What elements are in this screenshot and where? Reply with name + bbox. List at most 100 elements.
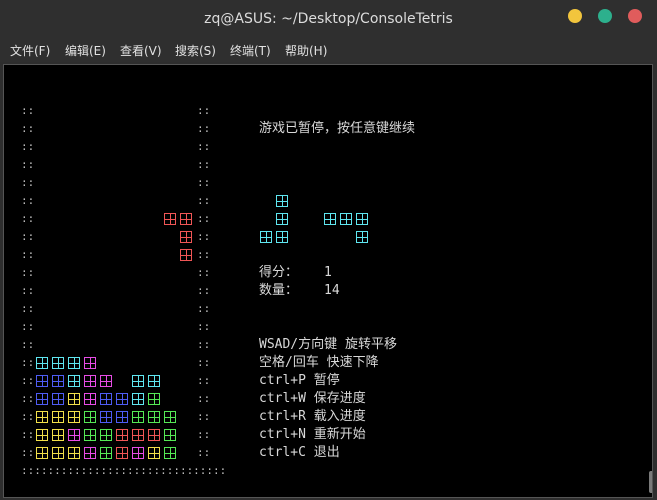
wall-right: :: xyxy=(197,284,211,297)
board-cell xyxy=(84,447,96,459)
wall-right: :: xyxy=(197,374,211,387)
board-cell xyxy=(116,393,128,405)
wall-left: :: xyxy=(21,356,35,369)
title-bar: zq@ASUS: ~/Desktop/ConsoleTetris xyxy=(0,0,657,38)
board-cell xyxy=(52,411,64,423)
wall-left: :: xyxy=(21,230,35,243)
wall-floor: ::::::::::::::::::::::::::::::: xyxy=(21,464,227,477)
menu-terminal[interactable]: 终端(T) xyxy=(230,42,271,59)
count-value: 14 xyxy=(324,283,340,298)
help-line: 空格/回车 快速下降 xyxy=(259,355,379,370)
wall-left: :: xyxy=(21,266,35,279)
wall-right: :: xyxy=(197,338,211,351)
window-title: zq@ASUS: ~/Desktop/ConsoleTetris xyxy=(204,11,453,27)
board-cell xyxy=(36,447,48,459)
board-cell xyxy=(68,375,80,387)
board-cell xyxy=(132,429,144,441)
wall-left: :: xyxy=(21,320,35,333)
wall-left: :: xyxy=(21,176,35,189)
board-cell xyxy=(68,357,80,369)
menu-bar: 文件(F) 编辑(E) 查看(V) 搜索(S) 终端(T) 帮助(H) xyxy=(0,38,657,62)
board-cell xyxy=(100,429,112,441)
wall-right: :: xyxy=(197,104,211,117)
help-line: ctrl+P 暂停 xyxy=(259,373,340,388)
wall-left: :: xyxy=(21,302,35,315)
board-cell xyxy=(116,411,128,423)
menu-edit[interactable]: 编辑(E) xyxy=(65,42,106,59)
help-line: ctrl+R 载入进度 xyxy=(259,409,366,424)
wall-left: :: xyxy=(21,104,35,117)
help-line: ctrl+C 退出 xyxy=(259,445,340,460)
score-value: 1 xyxy=(324,265,332,280)
board-cell xyxy=(148,375,160,387)
wall-right: :: xyxy=(197,392,211,405)
wall-left: :: xyxy=(21,410,35,423)
wall-right: :: xyxy=(197,194,211,207)
wall-left: :: xyxy=(21,194,35,207)
help-line: ctrl+W 保存进度 xyxy=(259,391,366,406)
board-cell xyxy=(52,375,64,387)
wall-left: :: xyxy=(21,338,35,351)
wall-left: :: xyxy=(21,140,35,153)
board-cell xyxy=(36,357,48,369)
wall-right: :: xyxy=(197,212,211,225)
wall-right: :: xyxy=(197,248,211,261)
board-cell xyxy=(100,393,112,405)
menu-help[interactable]: 帮助(H) xyxy=(285,42,327,59)
wall-right: :: xyxy=(197,140,211,153)
wall-left: :: xyxy=(21,284,35,297)
board-cell xyxy=(52,429,64,441)
board-cell xyxy=(164,429,176,441)
board-cell xyxy=(68,393,80,405)
board-cell xyxy=(132,447,144,459)
close-button[interactable] xyxy=(628,9,642,23)
next-piece-cell xyxy=(276,213,288,225)
wall-left: :: xyxy=(21,122,35,135)
help-line: ctrl+N 重新开始 xyxy=(259,427,366,442)
board-cell xyxy=(116,447,128,459)
wall-left: :: xyxy=(21,248,35,261)
wall-right: :: xyxy=(197,446,211,459)
wall-right: :: xyxy=(197,320,211,333)
terminal-area[interactable]: ::::::::::::::::::::::::::::::::::::::::… xyxy=(3,64,653,498)
board-cell xyxy=(116,429,128,441)
menu-search[interactable]: 搜索(S) xyxy=(175,42,216,59)
board-cell xyxy=(132,411,144,423)
wall-left: :: xyxy=(21,374,35,387)
next-piece-cell xyxy=(276,195,288,207)
board-cell xyxy=(52,393,64,405)
maximize-button[interactable] xyxy=(598,9,612,23)
wall-right: :: xyxy=(197,356,211,369)
board-cell xyxy=(100,447,112,459)
pause-status: 游戏已暂停，按任意键继续 xyxy=(259,121,416,136)
board-cell xyxy=(132,393,144,405)
board-cell xyxy=(52,447,64,459)
terminal-scrollbar[interactable] xyxy=(649,471,652,493)
wall-right: :: xyxy=(197,122,211,135)
score-label: 得分： xyxy=(259,265,299,280)
board-cell xyxy=(164,213,176,225)
terminal-window: zq@ASUS: ~/Desktop/ConsoleTetris 文件(F) 编… xyxy=(0,0,657,500)
board-cell xyxy=(100,411,112,423)
board-cell xyxy=(132,375,144,387)
board-cell xyxy=(84,411,96,423)
wall-left: :: xyxy=(21,446,35,459)
board-cell xyxy=(100,375,112,387)
wall-right: :: xyxy=(197,158,211,171)
board-cell xyxy=(148,411,160,423)
board-cell xyxy=(68,429,80,441)
count-label: 数量： xyxy=(259,283,299,298)
board-cell xyxy=(84,393,96,405)
wall-right: :: xyxy=(197,176,211,189)
next-piece-cell xyxy=(276,231,288,243)
wall-left: :: xyxy=(21,392,35,405)
board-cell xyxy=(36,411,48,423)
wall-right: :: xyxy=(197,410,211,423)
board-cell xyxy=(84,375,96,387)
menu-file[interactable]: 文件(F) xyxy=(10,42,50,59)
board-cell xyxy=(68,411,80,423)
wall-right: :: xyxy=(197,302,211,315)
menu-view[interactable]: 查看(V) xyxy=(120,42,162,59)
minimize-button[interactable] xyxy=(568,9,582,23)
board-cell xyxy=(148,393,160,405)
